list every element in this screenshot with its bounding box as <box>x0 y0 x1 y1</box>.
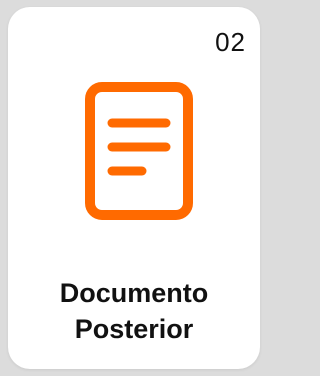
card-title-line2: Posterior <box>74 314 194 344</box>
card-title-line1: Documento <box>59 278 209 308</box>
card-number: 02 <box>215 27 246 57</box>
card-title: Documento Posterior <box>8 275 260 347</box>
document-icon <box>85 82 193 220</box>
document-card[interactable]: 02 Documento Posterior <box>8 7 260 369</box>
